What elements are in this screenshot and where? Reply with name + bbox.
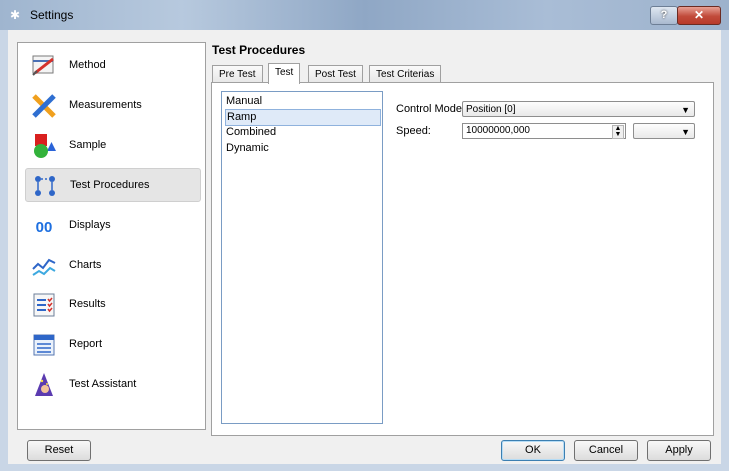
tab-pre-test[interactable]: Pre Test: [212, 65, 263, 83]
chevron-down-icon: ▼: [681, 127, 690, 137]
list-item[interactable]: Dynamic: [225, 141, 379, 156]
sidebar-item-charts[interactable]: Charts: [25, 249, 199, 281]
measurements-icon: [31, 93, 57, 119]
sidebar-item-report[interactable]: Report: [25, 328, 199, 360]
tab-post-test[interactable]: Post Test: [308, 65, 363, 83]
settings-app-icon: ✱: [10, 8, 21, 22]
window-title: Settings: [30, 8, 74, 22]
control-mode-label: Control Mode:: [396, 103, 466, 115]
sidebar-item-method[interactable]: Method: [25, 49, 199, 81]
sidebar-item-sample[interactable]: Sample: [25, 129, 199, 161]
sidebar-item-label: Report: [69, 338, 103, 350]
sidebar-item-test-procedures[interactable]: Test Procedures: [25, 168, 201, 202]
sidebar-item-label: Charts: [69, 259, 102, 271]
speed-value: 10000000,000: [466, 125, 530, 136]
results-icon: [31, 292, 57, 318]
sidebar-item-label: Method: [69, 59, 106, 71]
speed-label: Speed:: [396, 125, 431, 137]
test-assistant-icon: [31, 372, 57, 398]
sidebar-item-measurements[interactable]: Measurements: [25, 89, 199, 121]
displays-icon: 00: [31, 213, 57, 239]
spin-arrows-icon[interactable]: ▲ ▼: [612, 125, 624, 139]
cancel-button[interactable]: Cancel: [574, 440, 638, 461]
tab-test-criterias[interactable]: Test Criterias: [369, 65, 442, 83]
sidebar-item-label: Test Procedures: [70, 179, 150, 191]
settings-window: ✱ Settings ? ✕ Method Measurements Sampl…: [0, 0, 729, 471]
list-item[interactable]: Manual: [225, 94, 379, 109]
help-button[interactable]: ?: [650, 6, 678, 25]
speed-unit-select[interactable]: ▼: [633, 123, 695, 139]
control-mode-value: Position [0]: [466, 104, 516, 115]
report-icon: [31, 332, 57, 358]
sidebar-item-label: Test Assistant: [69, 378, 137, 390]
sidebar-item-displays[interactable]: 00 Displays: [25, 209, 199, 241]
settings-sidebar: Method Measurements Sample Test Procedur…: [17, 42, 206, 430]
reset-button[interactable]: Reset: [27, 440, 91, 461]
page-title: Test Procedures: [212, 43, 306, 57]
sidebar-item-results[interactable]: Results: [25, 288, 199, 320]
sidebar-item-label: Sample: [69, 139, 107, 151]
ok-button[interactable]: OK: [501, 440, 565, 461]
sample-icon: [31, 133, 57, 159]
list-item[interactable]: Combined: [225, 125, 379, 140]
displays-glyph: 00: [36, 219, 53, 236]
tab-test[interactable]: Test: [268, 63, 301, 84]
chevron-down-icon: ▼: [681, 105, 690, 115]
method-icon: [31, 53, 57, 79]
sidebar-item-label: Measurements: [69, 99, 142, 111]
test-tab-panel: Manual Ramp Combined Dynamic Control Mod…: [211, 82, 714, 436]
procedure-list[interactable]: Manual Ramp Combined Dynamic: [221, 91, 383, 424]
speed-input[interactable]: 10000000,000 ▲ ▼: [462, 123, 626, 139]
close-button[interactable]: ✕: [677, 6, 721, 25]
list-item[interactable]: Ramp: [225, 109, 381, 126]
control-mode-select[interactable]: Position [0] ▼: [462, 101, 695, 117]
title-bar[interactable]: ✱ Settings ? ✕: [0, 0, 729, 30]
test-procedures-icon: [32, 173, 58, 199]
apply-button[interactable]: Apply: [647, 440, 711, 461]
sidebar-item-label: Results: [69, 298, 106, 310]
sidebar-item-test-assistant[interactable]: Test Assistant: [25, 368, 199, 400]
sidebar-item-label: Displays: [69, 219, 111, 231]
charts-icon: [31, 253, 57, 279]
